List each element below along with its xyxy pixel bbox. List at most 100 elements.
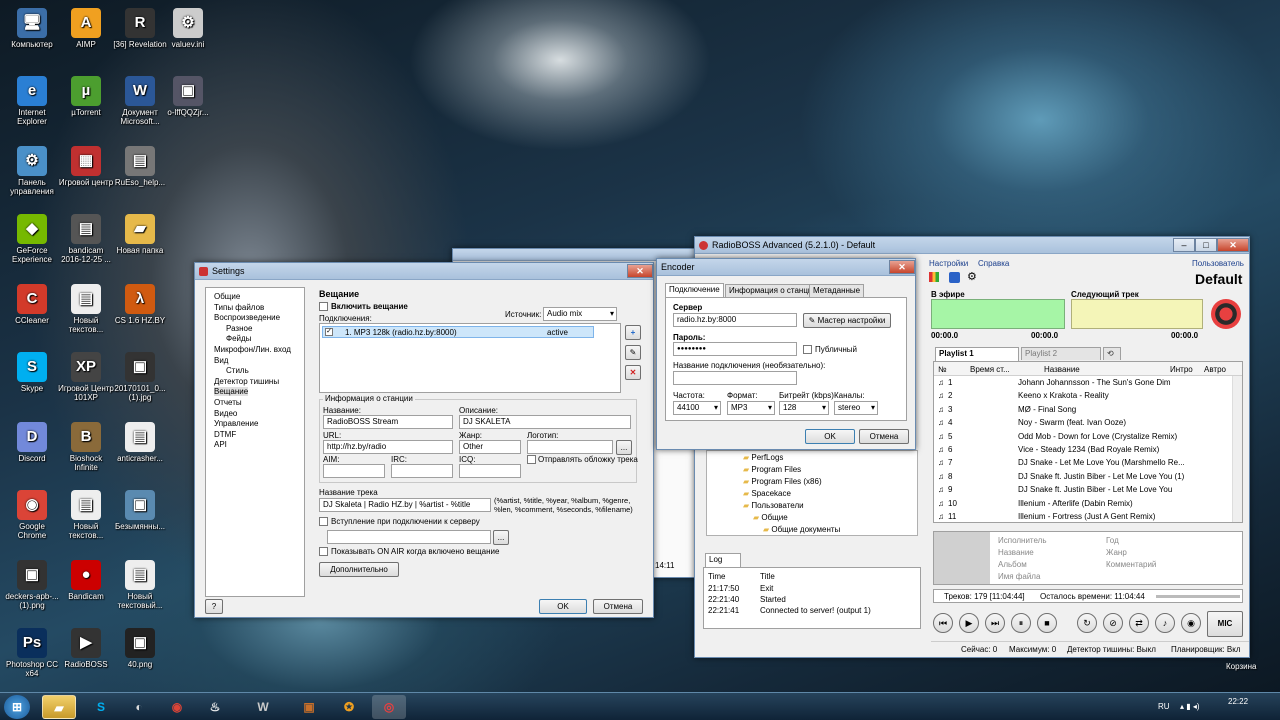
stop-icon[interactable]: ■ [1037, 613, 1057, 633]
onair-checkbox[interactable] [319, 547, 328, 556]
tab-connection[interactable]: Подключение [665, 283, 724, 297]
add-connection-button[interactable]: + [625, 325, 641, 340]
headphones-icon[interactable] [1211, 299, 1241, 329]
desktop-icon[interactable]: ▣ Безымянны... [112, 490, 168, 531]
settings-cancel-button[interactable]: Отмена [593, 599, 643, 614]
connection-name-input[interactable] [673, 371, 797, 385]
desktop-icon[interactable]: Ps Photoshop CC x64 [4, 628, 60, 678]
chart-icon[interactable] [929, 272, 939, 282]
desktop-icon[interactable]: ▣ o-lffQQZjr... [160, 76, 216, 117]
password-input[interactable]: ●●●●●●●● [673, 342, 797, 356]
playlist-column-header[interactable]: Время ст... [970, 365, 1010, 374]
edit-connection-button[interactable]: ✎ [625, 345, 641, 360]
connection-checkbox[interactable]: ✓ [325, 328, 333, 336]
desktop-icon[interactable]: S Skype [4, 352, 60, 393]
folder-item[interactable]: ▰ Program Files (x86) [743, 477, 822, 486]
logo-input[interactable] [527, 440, 613, 454]
intro-checkbox[interactable] [319, 517, 328, 526]
mute-icon[interactable]: ◉ [1181, 613, 1201, 633]
desktop-icon[interactable]: ▦ Игровой центр [58, 146, 114, 187]
tab-playlist-1[interactable]: Playlist 1 [935, 347, 1019, 361]
tree-item[interactable]: DTMF [214, 430, 236, 439]
menu-help[interactable]: Справка [978, 259, 1009, 268]
sound-icon[interactable]: ♪ [1155, 613, 1175, 633]
station-name-input[interactable]: RadioBOSS Stream [323, 415, 453, 429]
taskbar-radioboss[interactable]: ◎ [372, 695, 406, 719]
table-row[interactable]: ♫ 9 DJ Snake ft. Justin Biber - Let Me Lov… [934, 483, 1232, 496]
playlist-column-header[interactable]: Название [1044, 365, 1080, 374]
folder-item[interactable]: ▰ Spacekace [743, 489, 791, 498]
tab-metadata[interactable]: Метаданные [809, 284, 865, 297]
tree-item[interactable]: Вещание [214, 387, 249, 397]
desktop-icon[interactable]: ⚙ valuev.ini [160, 8, 216, 49]
description-input[interactable]: DJ SKALETA [459, 415, 631, 429]
table-row[interactable]: ♫ 10 Illenium - Afterlife (Dabin Remix) [934, 497, 1232, 510]
desktop-icon[interactable]: ▣ deckers-apb-... (1).png [4, 560, 60, 610]
source-select[interactable]: Audio mix [543, 307, 617, 321]
table-row[interactable]: ♫ 6 Vice - Steady 1234 (Bad Royale Remix) [934, 443, 1232, 456]
desktop-icon[interactable]: ▶ RadioBOSS [58, 628, 114, 669]
desktop-icon[interactable]: ▤ bandicam 2016-12-25 ... [58, 214, 114, 264]
maximize-button[interactable]: □ [1195, 238, 1217, 252]
taskbar-cs[interactable]: ✪ [332, 695, 366, 719]
settings-close-button[interactable]: ✕ [627, 264, 653, 278]
help-button[interactable]: ? [205, 599, 223, 614]
tree-item[interactable]: Воспроизведение [214, 313, 280, 322]
tree-item[interactable]: Отчеты [214, 398, 242, 407]
tree-item[interactable]: Детектор тишины [214, 377, 279, 386]
desktop-icon[interactable]: ▤ Новый текстов... [58, 490, 114, 540]
connection-row[interactable]: ✓ 1. MP3 128k (radio.hz.by:8000) active [322, 326, 594, 338]
server-input[interactable]: radio.hz.by:8000 [673, 313, 797, 327]
folder-item[interactable]: ▰ Пользователи [743, 501, 804, 510]
table-row[interactable]: ♫ 7 DJ Snake - Let Me Love You (Marshmello… [934, 456, 1232, 469]
frequency-select[interactable]: 44100 [673, 401, 721, 415]
desktop-icon[interactable]: ▤ Новый текстов... [58, 284, 114, 334]
desktop-icon[interactable]: B Bioshock Infinite [58, 422, 114, 472]
desktop-icon[interactable]: ▣ 20170101_0... (1).jpg [112, 352, 168, 402]
tree-item[interactable]: Вид [214, 356, 228, 365]
shield-icon[interactable] [949, 272, 960, 283]
channels-select[interactable]: stereo [834, 401, 878, 415]
desktop-icon[interactable]: D Discord [4, 422, 60, 463]
tree-item[interactable]: Микрофон/Лин. вход [214, 345, 291, 354]
table-row[interactable]: ♫ 8 DJ Snake ft. Justin Biber - Let Me Lov… [934, 470, 1232, 483]
table-row[interactable]: ♫ 2 Keeno x Krakota - Reality [934, 389, 1232, 402]
desktop-icon[interactable]: C CCleaner [4, 284, 60, 325]
desktop-icon[interactable]: µ µTorrent [58, 76, 114, 117]
taskbar-chrome[interactable]: ◉ [160, 695, 194, 719]
desktop-icon[interactable]: A AIMP [58, 8, 114, 49]
playlist-column-header[interactable]: № [938, 365, 947, 374]
mic-button[interactable]: MIC [1207, 611, 1243, 637]
gear-icon[interactable]: ⚙ [967, 270, 977, 283]
prev-icon[interactable]: ⏮ [933, 613, 953, 633]
intro-input[interactable] [327, 530, 491, 544]
track-name-input[interactable]: DJ Skaleta | Radio HZ.by | %artist - %ti… [319, 498, 491, 512]
playlist-scrollbar[interactable] [1232, 376, 1242, 522]
desktop-icon[interactable]: ▣ 40.png [112, 628, 168, 669]
table-row[interactable]: ♫ 1 Johann Johannsson - The Sun's Gone Dim [934, 376, 1232, 389]
taskbar-app-steam-like[interactable]: ◐ [122, 695, 156, 719]
logo-browse-button[interactable]: ... [616, 440, 632, 455]
play-icon[interactable]: ▶ [959, 613, 979, 633]
tree-item[interactable]: API [214, 440, 227, 449]
desktop-icon[interactable]: XP Игровой Центр 101XP [58, 352, 114, 402]
tray-icons[interactable]: ▴ ▮ ◂) [1180, 702, 1200, 711]
clock[interactable]: 22:22 [1228, 697, 1248, 706]
desktop-icon[interactable]: ⚙ Панель управления [4, 146, 60, 196]
folder-item[interactable]: ▰ Program Files [743, 465, 801, 474]
bitrate-select[interactable]: 128 [779, 401, 829, 415]
wizard-button[interactable]: ✎ Мастер настройки [803, 313, 891, 328]
desktop-icon[interactable]: ▰ Новая папка [112, 214, 168, 255]
tree-item[interactable]: Управление [214, 419, 258, 428]
table-row[interactable]: ♫ 5 Odd Mob - Down for Love (Crystalize Re… [934, 430, 1232, 443]
tree-item[interactable]: Видео [214, 409, 237, 418]
desktop-icon[interactable]: ▤ Новый текстовый... [112, 560, 168, 610]
advanced-button[interactable]: Дополнительно [319, 562, 399, 577]
format-select[interactable]: MP3 [727, 401, 775, 415]
table-row[interactable]: ♫ 11 Illenium - Fortress (Just A Gent Remi… [934, 510, 1232, 522]
table-row[interactable]: ♫ 3 MØ - Final Song [934, 403, 1232, 416]
folder-item[interactable]: ▰ PerfLogs [743, 453, 783, 462]
user-menu[interactable]: Пользователь [1192, 259, 1244, 268]
public-checkbox[interactable] [803, 345, 812, 354]
recycle-bin-label[interactable]: Корзина [1226, 662, 1256, 671]
